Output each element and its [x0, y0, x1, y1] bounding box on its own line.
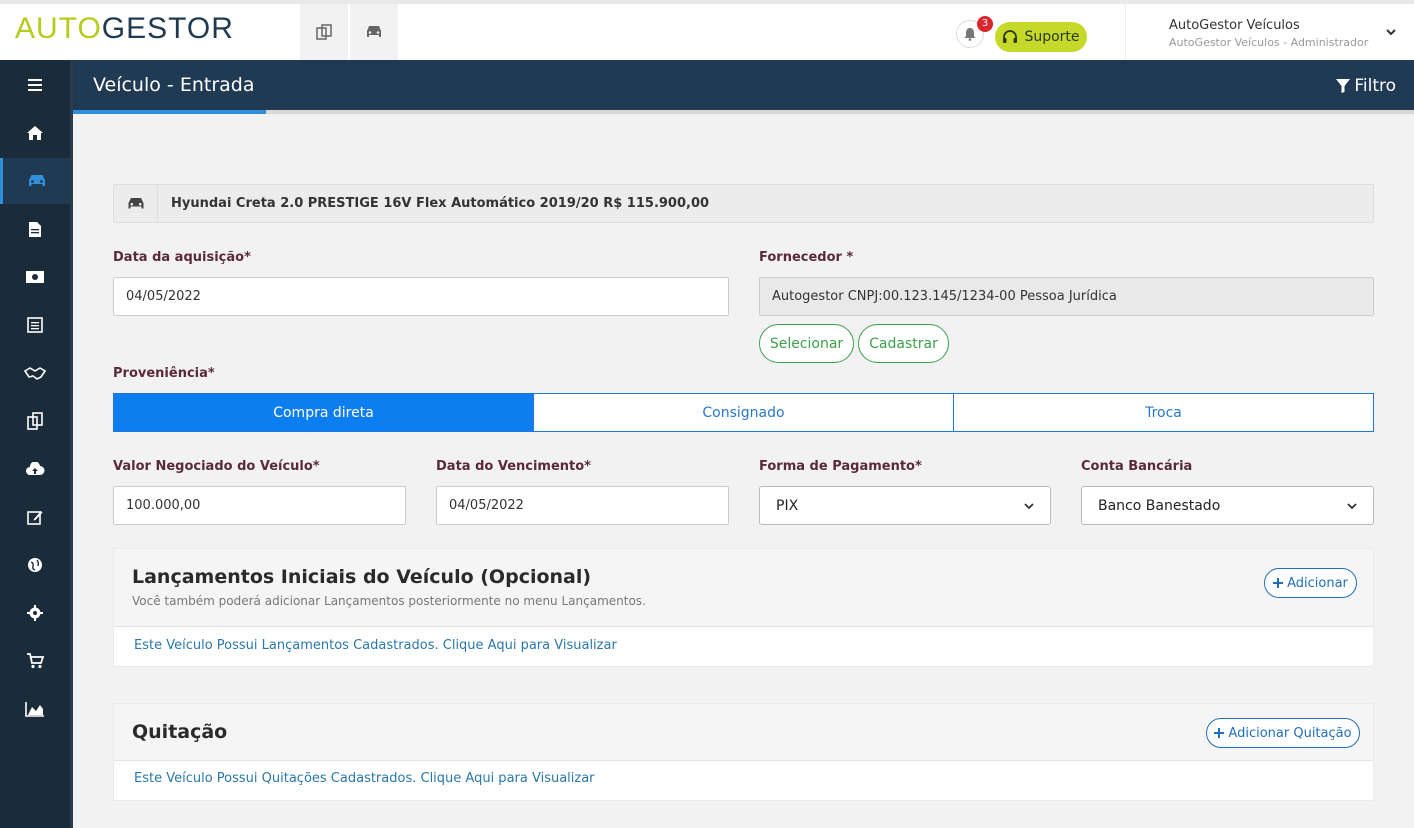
- sidebar-item-edit[interactable]: [0, 494, 70, 540]
- quick-vehicle-button[interactable]: [350, 4, 398, 60]
- handshake-icon: [24, 367, 46, 380]
- cart-icon: [27, 653, 44, 669]
- add-entry-button[interactable]: Adicionar: [1264, 568, 1357, 598]
- sidebar-item-documents[interactable]: [0, 206, 70, 252]
- chevron-down-icon: [1347, 502, 1357, 509]
- car-icon: [28, 175, 45, 186]
- page-title: Veículo - Entrada: [93, 74, 255, 96]
- supplier-label: Fornecedor *: [759, 250, 854, 265]
- car-icon: [367, 26, 381, 37]
- car-icon: [128, 198, 143, 209]
- payment-method-label: Forma de Pagamento*: [759, 459, 922, 474]
- register-supplier-button[interactable]: Cadastrar: [858, 324, 949, 363]
- payment-method-select[interactable]: PIX: [759, 486, 1051, 525]
- sidebar-item-home[interactable]: [0, 110, 70, 156]
- negotiated-value-input[interactable]: 100.000,00: [113, 486, 406, 525]
- supplier-input[interactable]: Autogestor CNPJ:00.123.145/1234-00 Pesso…: [759, 277, 1374, 316]
- document-icon: [29, 221, 41, 237]
- due-date-label: Data do Vencimento*: [436, 459, 591, 474]
- bank-account-label: Conta Bancária: [1081, 459, 1193, 474]
- receipt-icon: [27, 317, 43, 333]
- brand-part2: GESTOR: [101, 12, 234, 45]
- money-icon: [26, 271, 44, 283]
- sidebar-item-vehicles[interactable]: [0, 158, 70, 204]
- view-settlements-link[interactable]: Este Veículo Possui Quitações Cadastrado…: [134, 771, 595, 786]
- payment-method-value: PIX: [776, 497, 799, 514]
- upload-cloud-icon: [26, 462, 45, 475]
- sidebar-item-reports[interactable]: [0, 302, 70, 348]
- support-label: Suporte: [1024, 29, 1080, 45]
- top-bar: AUTOGESTOR 3 Suporte AutoGestor Veículos…: [0, 0, 1414, 60]
- due-date-input[interactable]: 04/05/2022: [436, 486, 729, 525]
- plus-icon: [1214, 728, 1225, 738]
- sidebar-item-copies[interactable]: [0, 398, 70, 444]
- bank-account-select[interactable]: Banco Banestado: [1081, 486, 1374, 525]
- notifications-badge: 3: [977, 16, 993, 32]
- home-icon: [27, 126, 43, 140]
- filter-label: Filtro: [1354, 76, 1396, 96]
- sidebar-item-settings[interactable]: [0, 590, 70, 636]
- plus-icon: [1273, 578, 1284, 588]
- bell-icon: [964, 28, 976, 41]
- origin-option-direct-purchase[interactable]: Compra direta: [114, 394, 534, 431]
- acquisition-date-label: Data da aquisição*: [113, 250, 251, 265]
- globe-icon: [28, 558, 42, 572]
- brand-logo[interactable]: AUTOGESTOR: [15, 12, 234, 46]
- settlement-panel: Quitação Adicionar Quitação Este Veículo…: [113, 703, 1374, 801]
- sidebar-item-analytics[interactable]: [0, 686, 70, 732]
- sidebar-item-store[interactable]: [0, 638, 70, 684]
- page-header: Veículo - Entrada Filtro: [73, 60, 1414, 110]
- title-underline: [73, 110, 266, 114]
- brand-part1: AUTO: [15, 12, 102, 45]
- origin-option-trade[interactable]: Troca: [954, 394, 1373, 431]
- chevron-down-icon: [1386, 29, 1396, 36]
- sidebar-menu-toggle[interactable]: [0, 62, 70, 108]
- sidebar-item-web[interactable]: [0, 542, 70, 588]
- sidebar: [0, 60, 73, 828]
- filter-icon: [1336, 79, 1351, 93]
- select-supplier-button[interactable]: Selecionar: [759, 324, 854, 363]
- user-menu[interactable]: AutoGestor Veículos AutoGestor Veículos …: [1125, 4, 1414, 60]
- sidebar-item-upload[interactable]: [0, 446, 70, 492]
- view-entries-link[interactable]: Este Veículo Possui Lançamentos Cadastra…: [134, 638, 617, 653]
- bank-account-value: Banco Banestado: [1098, 497, 1221, 514]
- add-entry-label: Adicionar: [1287, 575, 1348, 591]
- headset-icon: [1003, 30, 1018, 43]
- header-shadow: [266, 110, 1414, 114]
- origin-label: Proveniência*: [113, 366, 215, 381]
- menu-icon: [28, 79, 42, 91]
- edit-icon: [27, 511, 43, 525]
- user-role: AutoGestor Veículos - Administrador: [1169, 36, 1369, 49]
- sidebar-item-deals[interactable]: [0, 350, 70, 396]
- chevron-down-icon: [1024, 502, 1034, 509]
- filter-button[interactable]: Filtro: [1336, 76, 1396, 96]
- main-content: Veículo - Entrada Filtro Hyundai Creta 2…: [73, 60, 1414, 828]
- settlement-header: Quitação Adicionar Quitação: [114, 704, 1373, 761]
- quick-copy-button[interactable]: [300, 4, 348, 60]
- origin-option-consigned[interactable]: Consignado: [534, 394, 954, 431]
- vehicle-summary: Hyundai Creta 2.0 PRESTIGE 16V Flex Auto…: [113, 184, 1374, 223]
- copy-icon: [27, 412, 43, 430]
- add-settlement-label: Adicionar Quitação: [1228, 725, 1352, 741]
- add-settlement-button[interactable]: Adicionar Quitação: [1206, 718, 1360, 748]
- sidebar-item-finance[interactable]: [0, 254, 70, 300]
- acquisition-date-input[interactable]: 04/05/2022: [113, 277, 729, 316]
- negotiated-value-label: Valor Negociado do Veículo*: [113, 459, 320, 474]
- initial-entries-title: Lançamentos Iniciais do Veículo (Opciona…: [132, 566, 592, 588]
- gear-icon: [27, 605, 43, 621]
- origin-segmented-control: Compra direta Consignado Troca: [113, 393, 1374, 432]
- support-button[interactable]: Suporte: [995, 22, 1087, 52]
- initial-entries-header: Lançamentos Iniciais do Veículo (Opciona…: [114, 549, 1373, 627]
- initial-entries-subtitle: Você também poderá adicionar Lançamentos…: [132, 594, 646, 608]
- vehicle-description: Hyundai Creta 2.0 PRESTIGE 16V Flex Auto…: [171, 196, 710, 211]
- vehicle-icon-cell: [114, 185, 158, 222]
- settlement-title: Quitação: [132, 721, 228, 743]
- initial-entries-panel: Lançamentos Iniciais do Veículo (Opciona…: [113, 548, 1374, 667]
- copy-icon: [316, 24, 332, 40]
- area-chart-icon: [25, 702, 44, 717]
- user-name: AutoGestor Veículos: [1169, 18, 1300, 33]
